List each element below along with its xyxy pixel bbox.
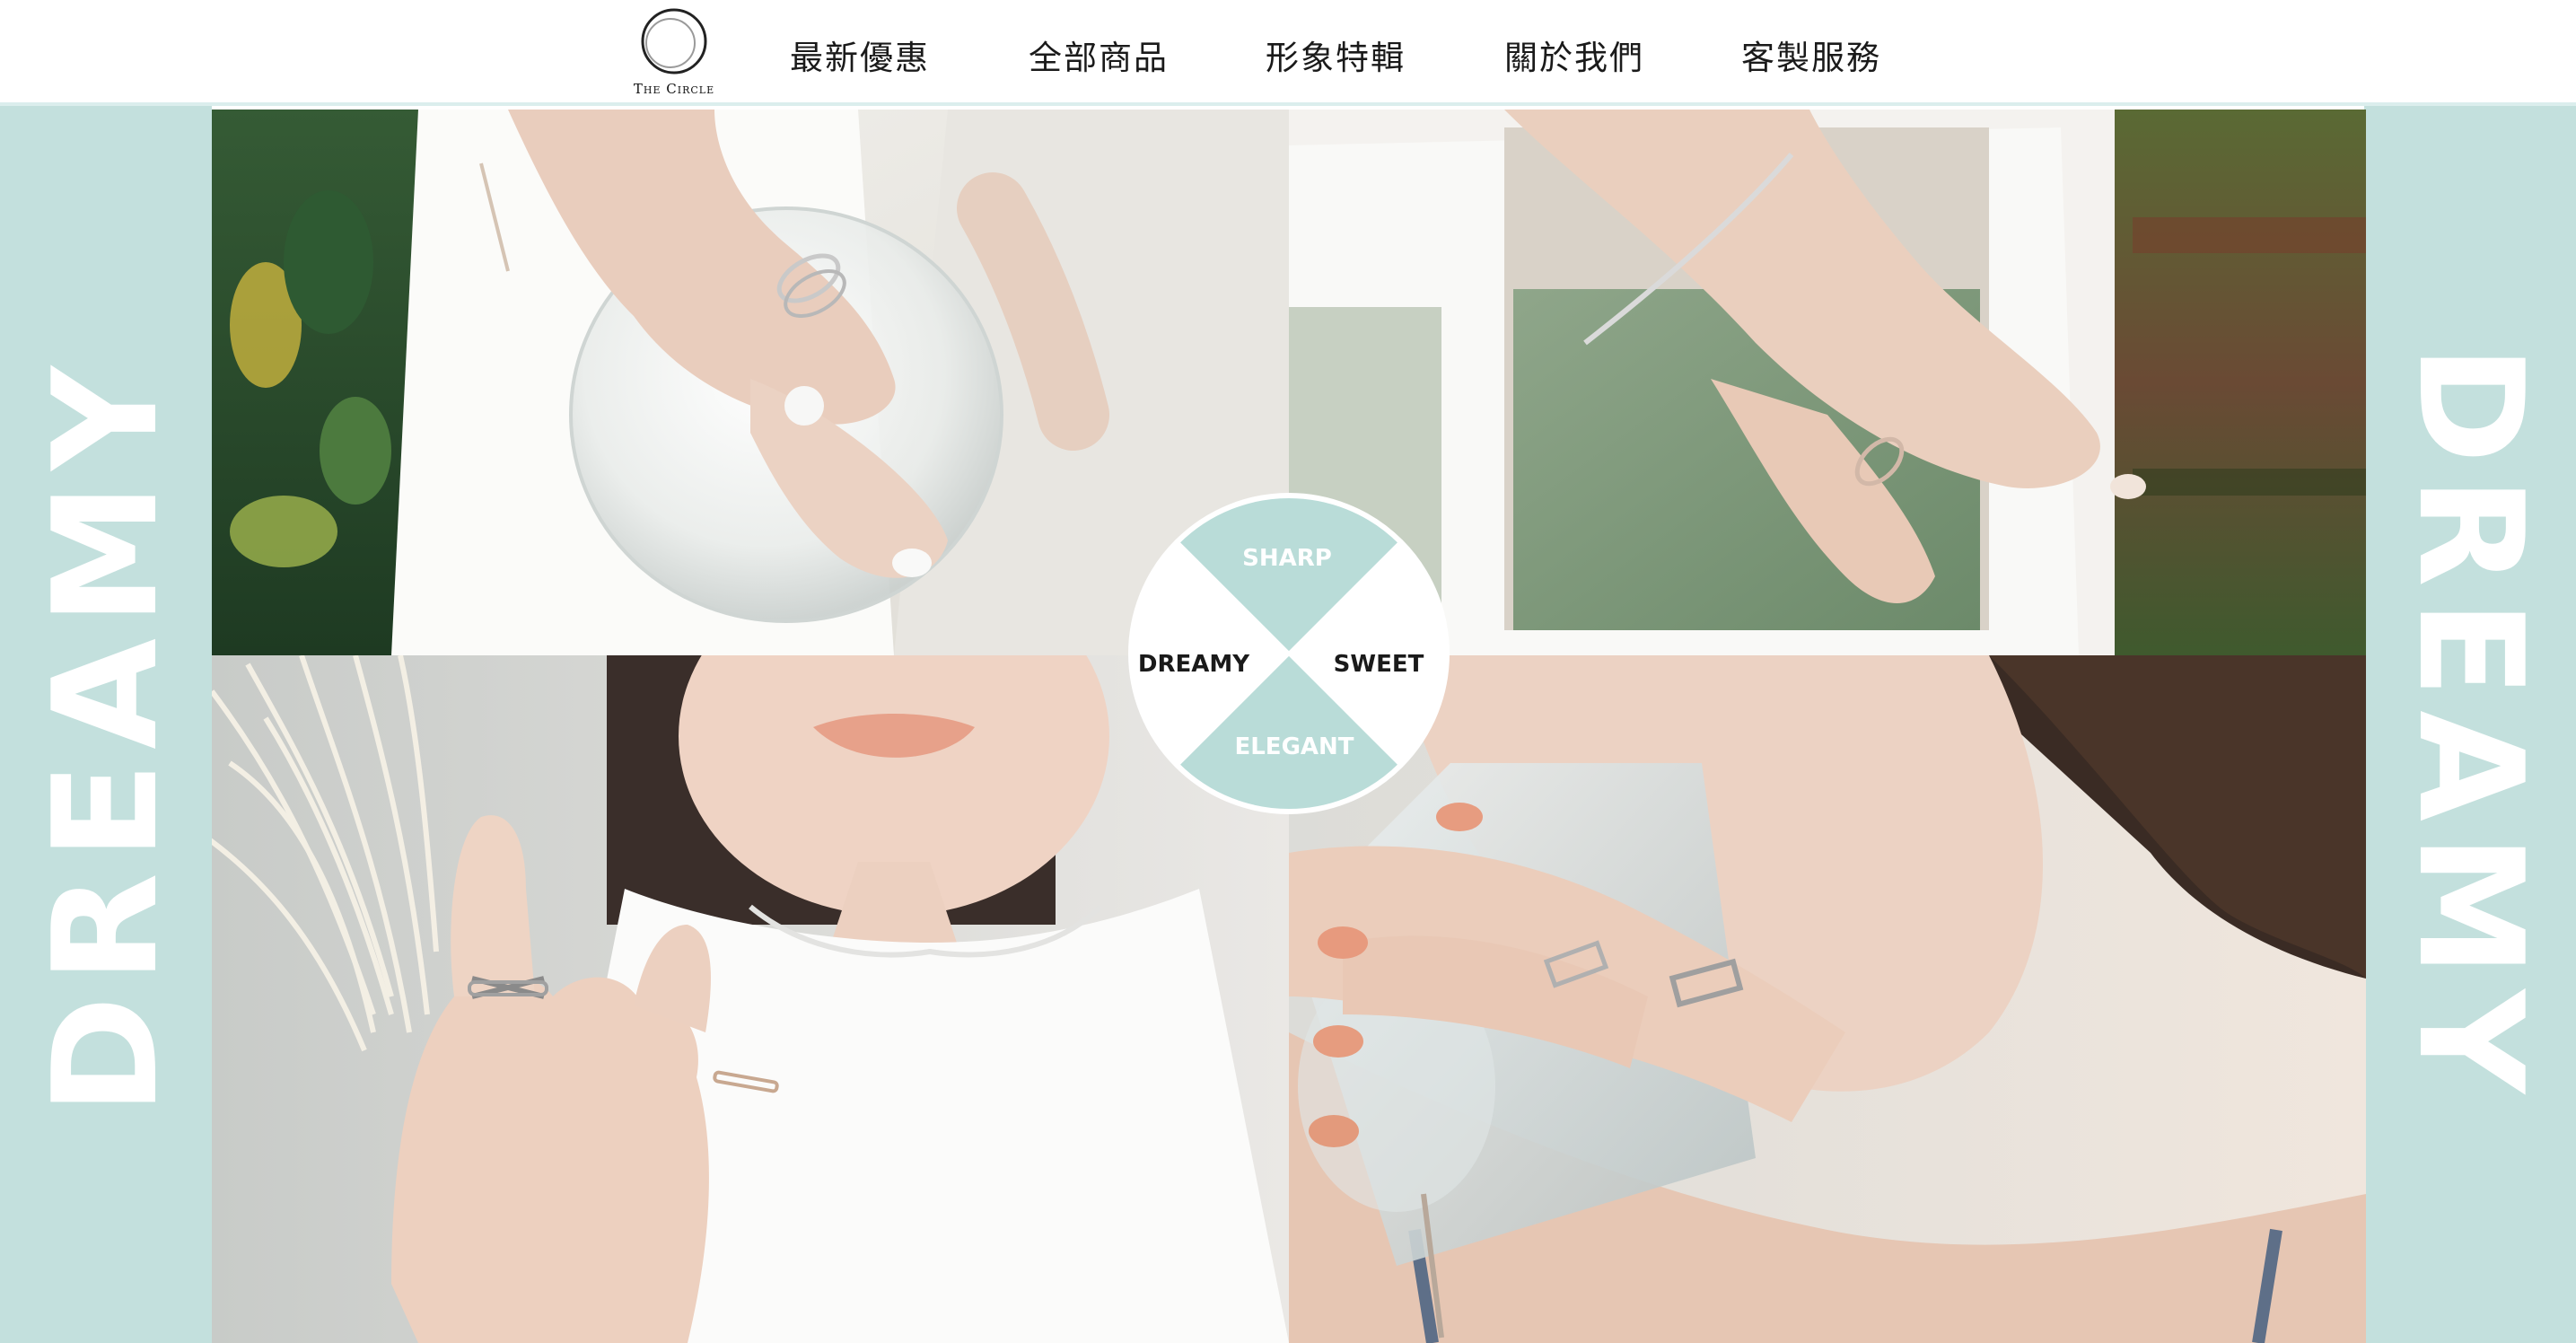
brand-logo[interactable]: The Circle: [626, 7, 722, 101]
style-option-sweet[interactable]: SWEET: [1334, 651, 1424, 678]
nav-item-about-us[interactable]: 關於我們: [1504, 31, 1644, 79]
nav-item-lookbook[interactable]: 形象特輯: [1266, 31, 1406, 79]
nav-item-custom-service[interactable]: 客製服務: [1741, 31, 1881, 79]
photo-model-drinking-from-glass[interactable]: [1289, 655, 2366, 1343]
style-option-sharp[interactable]: SHARP: [1242, 545, 1332, 572]
style-option-dreamy[interactable]: DREAMY: [1138, 651, 1249, 678]
photo-hand-with-bangle-and-ring[interactable]: [1289, 110, 2366, 655]
nav-item-latest-offers[interactable]: 最新優惠: [790, 31, 930, 79]
brand-logo-text: The Circle: [633, 81, 715, 97]
right-banner-text: DREAMY: [2387, 344, 2554, 1107]
lookbook-photo-image: [1289, 110, 2366, 655]
lookbook-photo-image: [1289, 655, 2366, 1343]
right-side-banner: DREAMY: [2364, 106, 2576, 1343]
style-wheel: SHARP SWEET ELEGANT DREAMY: [1127, 492, 1450, 815]
circle-logo-icon: [641, 8, 707, 75]
style-option-elegant[interactable]: ELEGANT: [1234, 733, 1354, 760]
left-side-banner: DREAMY: [0, 106, 212, 1343]
left-banner-text: DREAMY: [22, 353, 189, 1116]
nav-item-all-products[interactable]: 全部商品: [1029, 31, 1169, 79]
site-header: The Circle 最新優惠 全部商品 形象特輯 關於我們 客製服務: [0, 0, 2576, 106]
